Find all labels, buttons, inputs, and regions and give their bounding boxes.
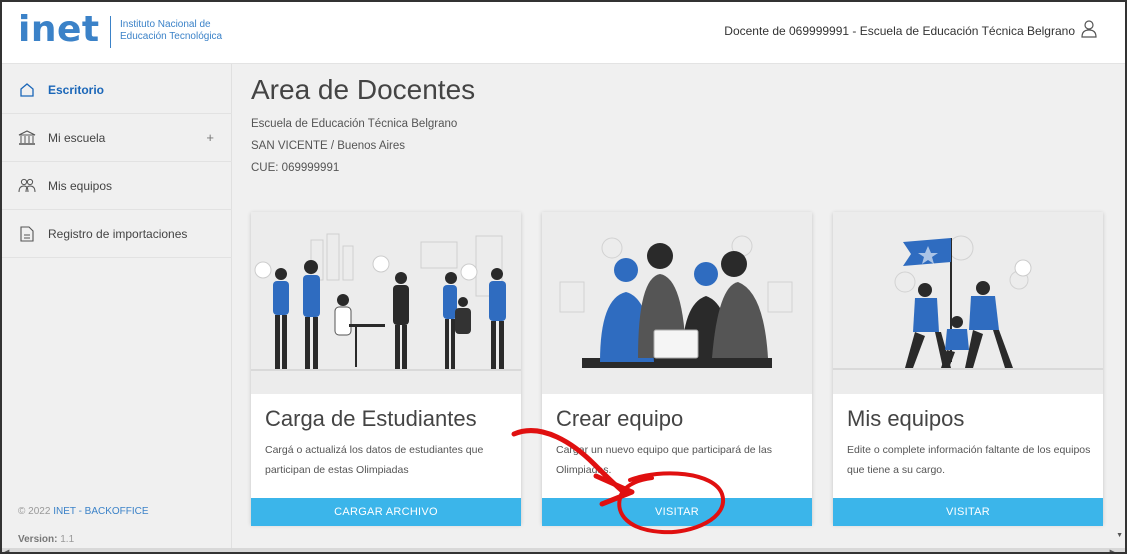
team-flag-illustration <box>833 212 1103 394</box>
copyright-footer: © 2022 INET - BACKOFFICE <box>18 506 149 517</box>
copyright-brand-link[interactable]: INET - BACKOFFICE <box>53 506 148 517</box>
card-title: Carga de Estudiantes <box>265 406 477 431</box>
sidebar-item-label: Mi escuela <box>48 130 106 145</box>
sidebar-item-mi-escuela[interactable]: Mi escuela + <box>2 114 232 162</box>
card-description: Cargar un nuevo equipo que participará d… <box>556 444 772 476</box>
school-location: SAN VICENTE / Buenos Aires <box>251 140 406 152</box>
card-carga-estudiantes: Carga de Estudiantes Cargá o actualizá l… <box>251 212 521 526</box>
card-mis-equipos: Mis equipos Edite o complete información… <box>833 212 1103 526</box>
scroll-right-arrow-icon[interactable]: ▶ <box>1110 548 1115 552</box>
school-building-icon <box>18 129 36 147</box>
copyright-year: © 2022 <box>18 506 51 517</box>
inet-logo[interactable]: inet <box>18 12 100 48</box>
sidebar: Escritorio Mi escuela + Mis equipos Regi… <box>2 64 232 550</box>
logo-subtitle-line1: Instituto Nacional de <box>120 19 211 30</box>
school-cue: CUE: 069999991 <box>251 162 340 174</box>
logo-subtitle: Instituto Nacional de Educación Tecnológ… <box>120 19 222 43</box>
main-content: Area de Docentes Escuela de Educación Té… <box>233 64 1125 550</box>
logo-subtitle-line2: Educación Tecnológica <box>120 31 223 42</box>
home-icon <box>18 81 36 99</box>
students-office-illustration <box>251 212 521 394</box>
page-title: Area de Docentes <box>251 74 476 105</box>
card-crear-equipo: Crear equipo Cargar un nuevo equipo que … <box>542 212 812 526</box>
users-icon <box>18 177 36 195</box>
horizontal-scrollbar[interactable]: ◀ ▶ <box>2 548 1125 552</box>
sidebar-item-label: Registro de importaciones <box>48 226 188 241</box>
school-name: Escuela de Educación Técnica Belgrano <box>251 118 458 130</box>
card-title: Mis equipos <box>847 406 965 431</box>
logo-word: inet <box>18 9 100 50</box>
expand-plus-icon[interactable]: + <box>206 130 214 145</box>
scroll-left-arrow-icon[interactable]: ◀ <box>4 548 9 552</box>
version-label: Version: <box>18 534 58 545</box>
scroll-down-arrow-icon[interactable]: ▼ <box>1116 532 1123 539</box>
logo-divider <box>110 16 111 48</box>
sidebar-item-mis-equipos[interactable]: Mis equipos <box>2 162 232 210</box>
sidebar-item-label: Escritorio <box>48 82 105 97</box>
cargar-archivo-button[interactable]: CARGAR ARCHIVO <box>251 498 521 526</box>
version-value: 1.1 <box>60 534 75 545</box>
user-icon[interactable] <box>1081 20 1097 38</box>
version-footer: Version: 1.1 <box>18 534 74 545</box>
sidebar-item-escritorio[interactable]: Escritorio <box>2 66 232 114</box>
card-description: Cargá o actualizá los datos de estudiant… <box>265 444 484 476</box>
top-header: inet Instituto Nacional de Educación Tec… <box>2 2 1125 64</box>
card-title: Crear equipo <box>556 406 684 431</box>
sidebar-item-label: Mis equipos <box>48 178 113 193</box>
card-description: Edite o complete información faltante de… <box>847 444 1091 476</box>
user-info-text[interactable]: Docente de 069999991 - Escuela de Educac… <box>724 24 1075 38</box>
mis-equipos-visitar-button[interactable]: VISITAR <box>833 498 1103 526</box>
sidebar-item-registro-importaciones[interactable]: Registro de importaciones <box>2 210 232 258</box>
document-icon <box>18 225 36 243</box>
team-laptop-illustration <box>542 212 812 394</box>
crear-equipo-visitar-button[interactable]: VISITAR <box>542 498 812 526</box>
browser-viewport: inet Instituto Nacional de Educación Tec… <box>0 0 1127 554</box>
